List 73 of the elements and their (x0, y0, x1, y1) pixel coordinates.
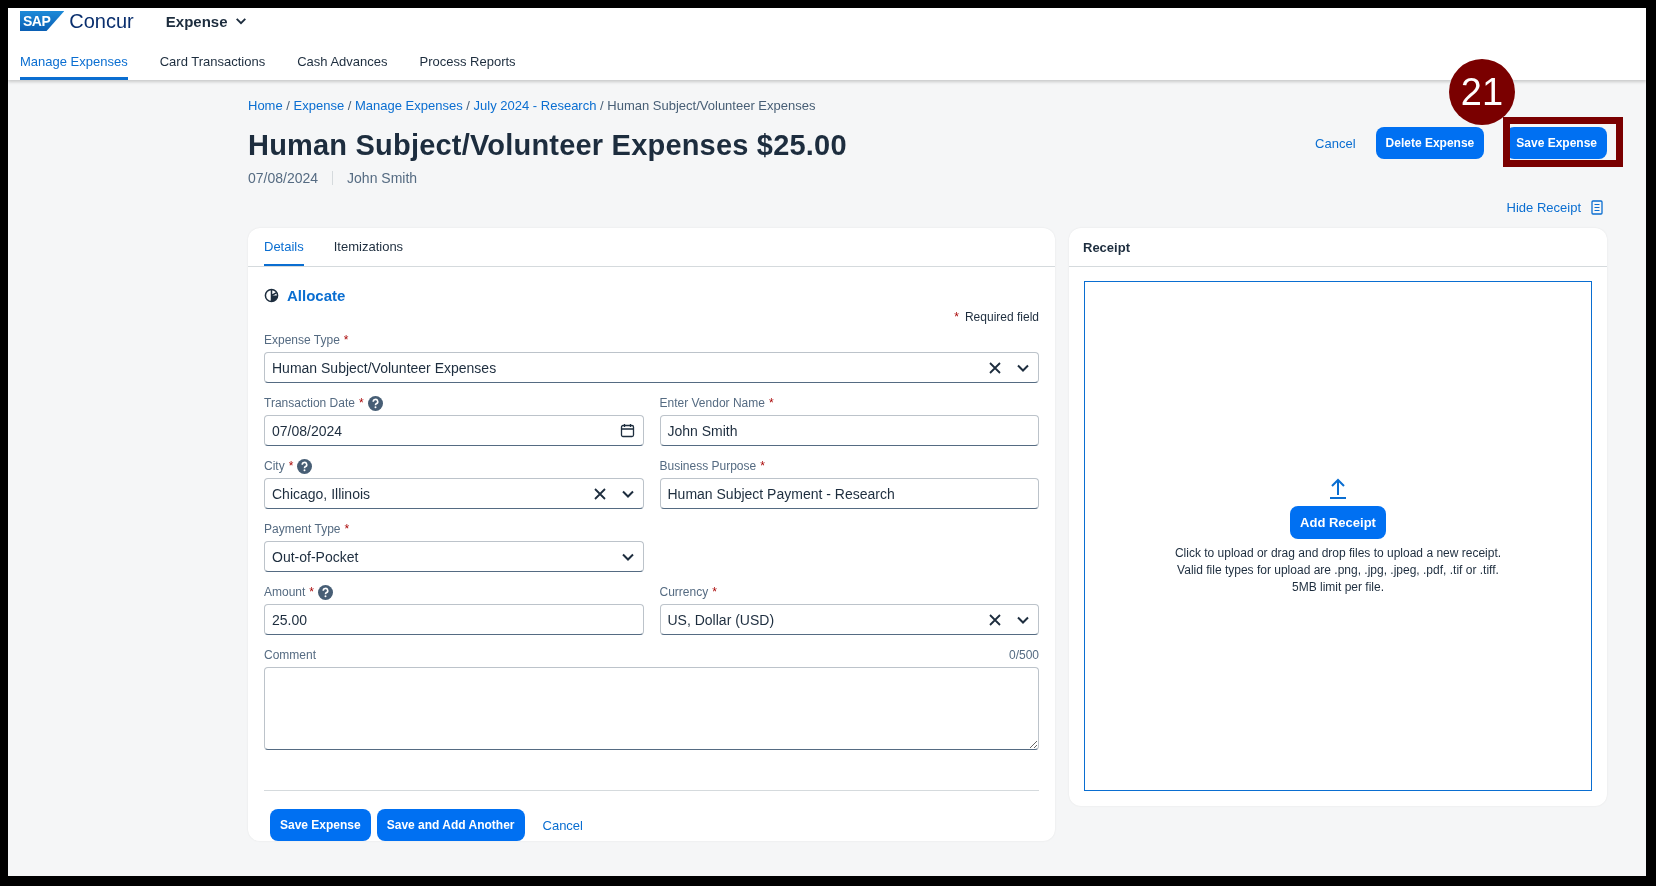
logo-text: Concur (69, 9, 134, 33)
dropdown-field[interactable]: Out-of-Pocket (264, 541, 644, 572)
form-tab[interactable]: Itemizations (333, 228, 404, 266)
owner-name: John Smith (347, 170, 418, 186)
clear-icon[interactable] (592, 486, 607, 501)
character-counter: 0/500 (1008, 648, 1039, 662)
breadcrumb-link[interactable]: Expense (293, 98, 345, 113)
calendar-icon[interactable] (619, 423, 635, 438)
input-field[interactable]: John Smith (659, 415, 1039, 446)
required-asterisk: * (358, 396, 364, 410)
form-tab[interactable]: Details (264, 228, 304, 266)
field-label: Business Purpose (659, 459, 757, 473)
nav-tab[interactable]: Card Transactions (159, 34, 266, 80)
dropdown-field[interactable]: US, Dollar (USD) (659, 604, 1039, 635)
field-label: Currency (659, 585, 709, 599)
help-icon[interactable] (297, 458, 313, 474)
cancel-link[interactable]: Cancel (530, 817, 595, 833)
save-and-add-another-button[interactable]: Save and Add Another (376, 809, 525, 841)
field-label: Comment (264, 648, 316, 662)
required-asterisk: * (288, 459, 294, 473)
nav-tab[interactable]: Cash Advances (297, 34, 388, 80)
help-icon[interactable] (367, 395, 383, 411)
required-asterisk: * (954, 310, 959, 324)
allocate-button[interactable]: Allocate (264, 287, 346, 304)
field-label: Payment Type (264, 522, 341, 536)
receipt-drop-zone[interactable]: Add Receipt Click to upload or drag and drop files to upload a new receipt. Valid file types for upload are .png, .jpg, .jpeg, .pdf, .tif or .tiff. 5MB limit per file. (1084, 281, 1592, 791)
required-asterisk: * (712, 585, 717, 599)
chevron-down-icon (235, 15, 248, 27)
hide-receipt-link[interactable]: Hide Receipt (1506, 199, 1581, 215)
breadcrumb-link[interactable]: Manage Expenses (355, 98, 463, 113)
save-expense-button[interactable]: Save Expense (270, 809, 371, 841)
upload-hint: Click to upload or drag and drop files to upload a new receipt. (1174, 545, 1502, 563)
required-asterisk: * (343, 333, 349, 347)
field-label: City (264, 459, 285, 473)
breadcrumb-separator: / (285, 98, 291, 113)
receipt-icon[interactable] (1591, 199, 1603, 215)
help-icon[interactable] (318, 584, 334, 600)
input-field[interactable]: Human Subject Payment - Research (659, 478, 1039, 509)
breadcrumb-link[interactable]: Home (248, 98, 283, 113)
nav-tab[interactable]: Process Reports (419, 34, 516, 80)
date-field[interactable]: 07/08/2024 (264, 415, 644, 446)
required-asterisk: * (760, 459, 765, 473)
required-field-note: Required field (964, 310, 1039, 324)
expense-date: 07/08/2024 (248, 170, 319, 186)
dropdown-field[interactable]: Chicago, Illinois (264, 478, 644, 509)
nav-tab[interactable]: Manage Expenses (20, 34, 128, 80)
required-asterisk: * (309, 585, 315, 599)
field-label: Expense Type (264, 333, 340, 347)
breadcrumb-current: Human Subject/Volunteer Expenses (607, 98, 816, 113)
field-label: Transaction Date (264, 396, 355, 410)
delete-expense-button[interactable]: Delete Expense (1375, 127, 1485, 159)
clear-icon[interactable] (988, 612, 1002, 627)
page-title: Human Subject/Volunteer Expenses $25.00 (248, 129, 847, 162)
input-field[interactable]: 25.00 (264, 604, 644, 635)
dropdown-field[interactable]: Human Subject/Volunteer Expenses (264, 352, 1039, 383)
breadcrumb-separator: / (346, 98, 353, 113)
field-label: Enter Vendor Name (659, 396, 765, 410)
logo-mark: SAP (20, 11, 65, 31)
upload-hint: Valid file types for upload are .png, .jpg, .jpeg, .pdf, .tif or .tiff. (1176, 562, 1500, 579)
breadcrumb-link[interactable]: July 2024 - Research (473, 98, 597, 113)
receipt-heading: Receipt (1083, 239, 1130, 255)
clear-icon[interactable] (988, 360, 1002, 375)
add-receipt-button[interactable]: Add Receipt (1290, 506, 1386, 540)
required-asterisk: * (344, 522, 350, 536)
breadcrumb-separator: / (599, 98, 605, 113)
app-menu[interactable]: Expense (159, 11, 254, 31)
pie-chart-icon (264, 288, 279, 303)
upload-hint: 5MB limit per file. (1290, 578, 1385, 596)
breadcrumb-separator: / (465, 98, 471, 113)
cancel-link[interactable]: Cancel (1303, 135, 1368, 151)
required-asterisk: * (768, 396, 774, 410)
field-label: Amount (264, 585, 306, 599)
comment-field[interactable] (264, 667, 1039, 750)
